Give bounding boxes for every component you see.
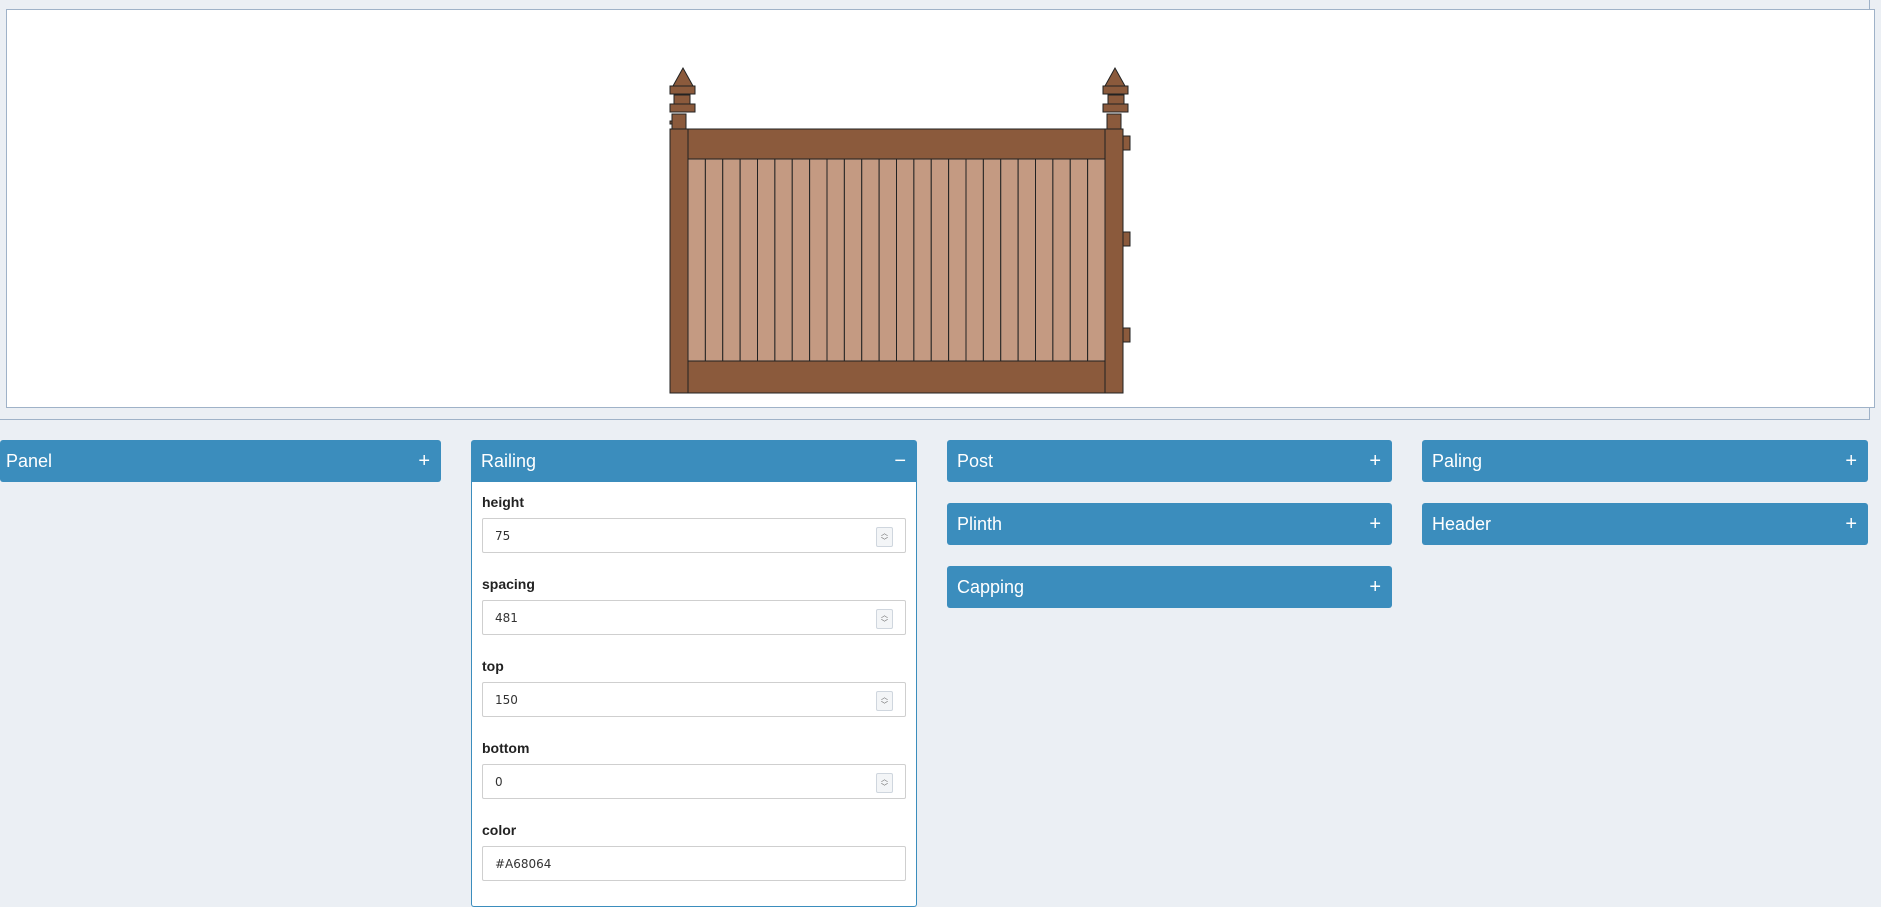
height-stepper[interactable]: ︿ ﹀ [876, 527, 893, 547]
chevron-up-icon[interactable]: ︿ [881, 693, 888, 701]
expand-icon[interactable]: + [1845, 514, 1857, 534]
spacing-label: spacing [482, 576, 535, 592]
color-label: color [482, 822, 517, 838]
bottom-rail [687, 360, 1113, 394]
top-rail [687, 128, 1113, 160]
paling-board [843, 158, 863, 362]
spacing-input[interactable]: 481 ︿ ﹀ [482, 600, 906, 635]
chevron-up-icon[interactable]: ︿ [881, 611, 888, 619]
chevron-down-icon[interactable]: ﹀ [881, 701, 888, 709]
top-stepper[interactable]: ︿ ﹀ [876, 691, 893, 711]
paling-board [826, 158, 845, 362]
paling-board [878, 158, 898, 362]
fence-preview-frame [0, 0, 1875, 420]
panel-title: Panel [6, 450, 53, 471]
height-label: height [482, 494, 524, 510]
top-input[interactable]: 150 ︿ ﹀ [482, 682, 906, 717]
paling-board [965, 158, 984, 362]
bottom-value: 0 [495, 774, 503, 789]
bottom-label: bottom [482, 740, 530, 756]
expand-icon[interactable]: + [418, 451, 430, 471]
chevron-down-icon[interactable]: ﹀ [881, 619, 888, 627]
plinth-title: Plinth [957, 513, 1003, 534]
chevron-down-icon[interactable]: ﹀ [881, 537, 888, 545]
fence-drawing [669, 66, 1131, 394]
chevron-up-icon[interactable]: ︿ [881, 529, 888, 537]
right-post-finial [1104, 66, 1126, 87]
paling-board [774, 158, 793, 362]
header-title: Header [1432, 513, 1492, 534]
expand-icon[interactable]: + [1369, 577, 1381, 597]
paling-board [930, 158, 950, 362]
column-2: Railing − height 75 ︿ ﹀ spacing 481 ︿ ﹀ to… [471, 440, 917, 907]
height-input[interactable]: 75 ︿ ﹀ [482, 518, 906, 553]
paling-title: Paling [1432, 450, 1483, 471]
left-post-finial [672, 66, 694, 87]
top-value: 150 [495, 692, 518, 707]
paling-board [948, 158, 967, 362]
paling-board [1000, 158, 1019, 362]
railing-title: Railing [481, 450, 537, 471]
column-4: Paling + Header + [1422, 440, 1868, 566]
color-input[interactable]: #A68064 [482, 846, 906, 881]
chevron-down-icon[interactable]: ﹀ [881, 783, 888, 791]
paling-board [896, 158, 915, 362]
palings [687, 158, 1106, 362]
paling-board [861, 158, 880, 362]
collapse-icon[interactable]: − [894, 451, 906, 471]
top-label: top [482, 658, 504, 674]
capping-title: Capping [957, 576, 1025, 597]
paling-board [687, 158, 706, 362]
paling-panel-header[interactable]: Paling + [1422, 440, 1868, 482]
paling-board [982, 158, 1002, 362]
expand-icon[interactable]: + [1845, 451, 1857, 471]
paling-board [809, 158, 828, 362]
railing-panel-header[interactable]: Railing − [471, 440, 917, 482]
capping-panel-header[interactable]: Capping + [947, 566, 1392, 608]
spacing-value: 481 [495, 610, 518, 625]
panel-panel-header[interactable]: Panel + [0, 440, 441, 482]
post-panel-header[interactable]: Post + [947, 440, 1392, 482]
height-value: 75 [495, 528, 511, 543]
railing-panel-body: height 75 ︿ ﹀ spacing 481 ︿ ﹀ top 150 ︿ ﹀ b… [471, 482, 917, 907]
paling-board [1069, 158, 1089, 362]
spacing-stepper[interactable]: ︿ ﹀ [876, 609, 893, 629]
paling-board [722, 158, 741, 362]
expand-icon[interactable]: + [1369, 514, 1381, 534]
bottom-stepper[interactable]: ︿ ﹀ [876, 773, 893, 793]
paling-board [1052, 158, 1071, 362]
paling-board [913, 158, 932, 362]
paling-board [1035, 158, 1054, 362]
column-1: Panel + [0, 440, 441, 503]
header-panel-header[interactable]: Header + [1422, 503, 1868, 545]
color-value: #A68064 [495, 856, 552, 871]
fence-preview [6, 9, 1875, 408]
paling-board [704, 158, 724, 362]
paling-board [1087, 158, 1106, 362]
plinth-panel-header[interactable]: Plinth + [947, 503, 1392, 545]
expand-icon[interactable]: + [1369, 451, 1381, 471]
column-3: Post + Plinth + Capping + [947, 440, 1392, 629]
bottom-input[interactable]: 0 ︿ ﹀ [482, 764, 906, 799]
paling-board [1017, 158, 1037, 362]
paling-board [791, 158, 811, 362]
right-post [1102, 66, 1131, 394]
chevron-up-icon[interactable]: ︿ [881, 775, 888, 783]
post-title: Post [957, 450, 994, 471]
paling-board [739, 158, 759, 362]
paling-board [757, 158, 776, 362]
